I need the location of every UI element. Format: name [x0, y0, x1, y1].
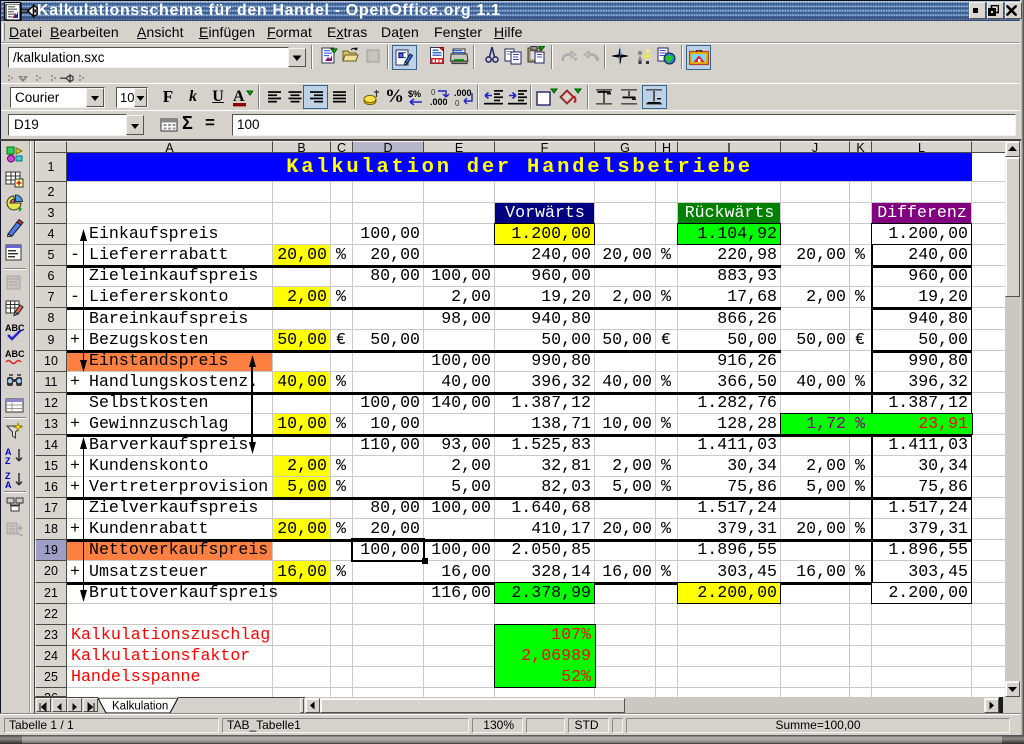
svg-text:ABC: ABC — [5, 349, 25, 359]
svg-text:.000: .000 — [454, 88, 472, 98]
svg-text:A: A — [5, 480, 12, 489]
svg-text:A: A — [233, 88, 245, 105]
svg-text:Kalkulation: Kalkulation — [112, 701, 168, 713]
svg-text:.000: .000 — [430, 97, 448, 107]
svg-text:Z: Z — [5, 456, 11, 465]
svg-text:$%: $% — [408, 89, 421, 99]
svg-text:ABC: ABC — [5, 323, 25, 333]
svg-text:0: 0 — [455, 99, 460, 107]
svg-text:0: 0 — [431, 88, 436, 97]
